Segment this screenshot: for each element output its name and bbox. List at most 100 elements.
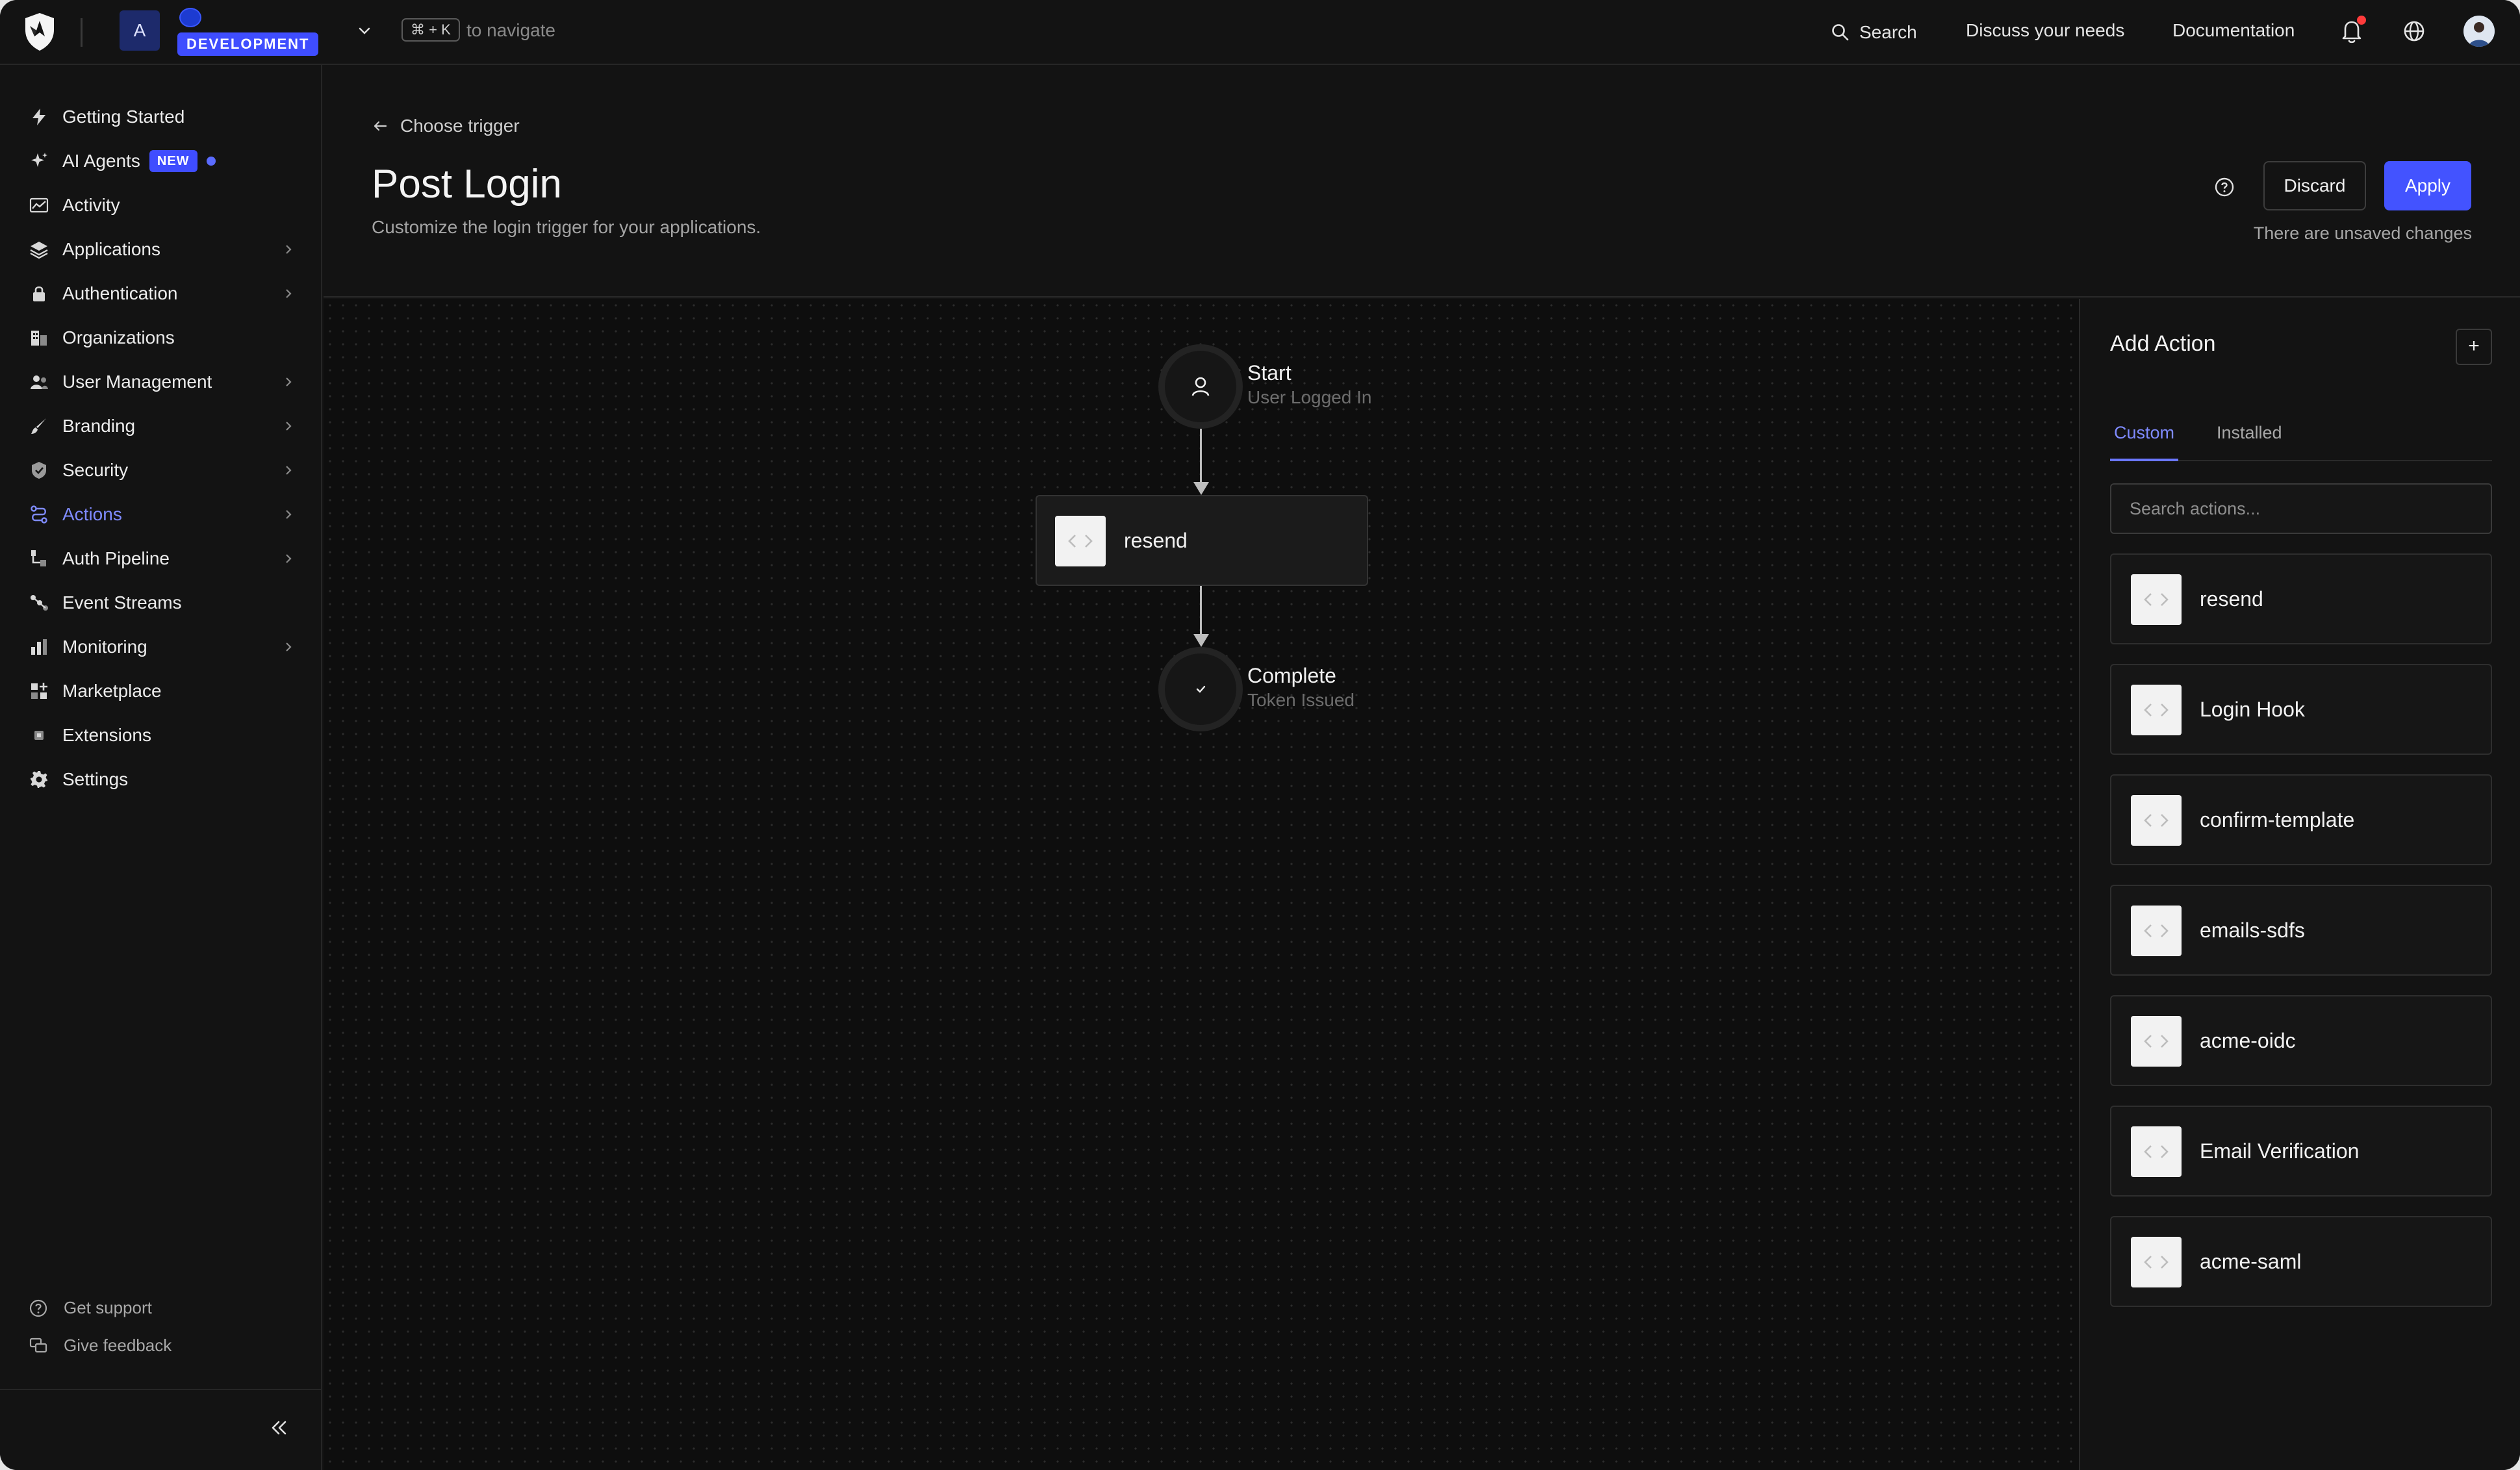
brand-logo-icon[interactable] xyxy=(23,12,56,52)
action-card-label: confirm-template xyxy=(2200,808,2355,831)
chevron-right-icon xyxy=(286,554,292,563)
complete-node-label: Complete xyxy=(1247,664,1336,687)
code-icon xyxy=(2131,1016,2182,1067)
sidebar-item-label: AI Agents xyxy=(62,151,140,171)
tenant-switcher-chevron-icon[interactable] xyxy=(356,22,373,39)
complete-node[interactable] xyxy=(1158,647,1243,731)
chevron-right-icon xyxy=(286,642,292,652)
shortcut-hint: to navigate xyxy=(466,20,555,40)
chevron-right-icon xyxy=(286,377,292,387)
grid-plus-icon xyxy=(26,678,52,704)
complete-node-sublabel: Token Issued xyxy=(1247,690,1355,710)
bolt-icon xyxy=(26,104,52,130)
tab-custom[interactable]: Custom xyxy=(2110,420,2179,461)
extensions-icon xyxy=(26,722,52,748)
user-photo-icon xyxy=(2463,16,2495,47)
globe-icon[interactable] xyxy=(2402,19,2426,43)
connector-arrow-icon xyxy=(1193,482,1209,495)
action-card[interactable]: Login Hook xyxy=(2110,664,2492,755)
sidebar-item-label: Security xyxy=(62,460,129,480)
flow-action-node[interactable]: resend xyxy=(1036,495,1368,586)
sidebar-item-monitoring[interactable]: Monitoring xyxy=(26,629,296,665)
building-icon xyxy=(26,325,52,351)
action-card[interactable]: resend xyxy=(2110,553,2492,644)
action-card-label: acme-oidc xyxy=(2200,1029,2296,1052)
search-actions-input[interactable] xyxy=(2110,483,2492,534)
sidebar-item-branding[interactable]: Branding xyxy=(26,408,296,444)
sparkle-icon xyxy=(26,148,52,174)
sidebar-item-organizations[interactable]: Organizations xyxy=(26,320,296,356)
discard-button[interactable]: Discard xyxy=(2263,161,2366,210)
sidebar-item-label: Organizations xyxy=(62,327,175,348)
action-card[interactable]: confirm-template xyxy=(2110,774,2492,865)
topbar-divider xyxy=(81,18,83,47)
code-icon xyxy=(2131,1126,2182,1177)
actions-flow-icon xyxy=(26,501,52,527)
action-card[interactable]: acme-saml xyxy=(2110,1216,2492,1307)
app-window: A DEVELOPMENT ⌘ + K to navigate Search D… xyxy=(0,0,2520,1470)
user-avatar[interactable] xyxy=(2463,16,2495,47)
pipeline-icon xyxy=(26,546,52,572)
new-indicator-dot xyxy=(206,157,216,166)
help-icon[interactable] xyxy=(2213,175,2236,199)
sidebar-item-label: Extensions xyxy=(62,725,151,745)
sidebar-item-label: Auth Pipeline xyxy=(62,548,170,568)
sidebar-item-auth-pipeline[interactable]: Auth Pipeline xyxy=(26,540,296,577)
action-card-label: acme-saml xyxy=(2200,1250,2302,1273)
users-icon xyxy=(26,369,52,395)
connector-line xyxy=(1200,586,1202,637)
panel-title: Add Action xyxy=(2110,331,2216,356)
choose-trigger-back-link[interactable]: Choose trigger xyxy=(372,116,520,136)
sidebar-item-label: Marketplace xyxy=(62,681,162,701)
sidebar-item-label: Applications xyxy=(62,239,160,259)
new-badge: NEW xyxy=(149,150,197,172)
panel-tabs: Custom Installed xyxy=(2110,420,2492,461)
collapse-sidebar-icon[interactable] xyxy=(268,1416,291,1439)
sidebar-item-extensions[interactable]: Extensions xyxy=(26,717,296,754)
sidebar-item-actions[interactable]: Actions xyxy=(26,496,296,533)
sidebar-item-security[interactable]: Security xyxy=(26,452,296,488)
sidebar-item-ai-agents[interactable]: AI Agents NEW xyxy=(26,143,296,179)
sidebar-item-activity[interactable]: Activity xyxy=(26,187,296,223)
chevron-right-icon xyxy=(286,466,292,475)
feedback-chat-icon xyxy=(29,1337,47,1352)
create-action-button[interactable]: + xyxy=(2456,329,2492,365)
sidebar-item-user-management[interactable]: User Management xyxy=(26,364,296,400)
sidebar: Getting Started AI Agents NEW Activity A… xyxy=(0,65,322,1470)
top-bar: A DEVELOPMENT ⌘ + K to navigate Search D… xyxy=(0,0,2520,65)
region-flag-icon xyxy=(179,8,201,27)
apply-button[interactable]: Apply xyxy=(2384,161,2471,210)
search-button[interactable]: Search xyxy=(1831,19,1917,45)
connector-arrow-icon xyxy=(1193,634,1209,647)
back-link-label: Choose trigger xyxy=(400,116,520,136)
search-label: Search xyxy=(1859,22,1917,42)
sidebar-item-authentication[interactable]: Authentication xyxy=(26,275,296,312)
start-node[interactable] xyxy=(1158,344,1243,429)
tab-installed[interactable]: Installed xyxy=(2213,420,2286,461)
sidebar-item-settings[interactable]: Settings xyxy=(26,761,296,798)
brush-icon xyxy=(26,413,52,439)
get-support-link[interactable]: Get support xyxy=(29,1298,152,1318)
page-title: Post Login xyxy=(372,162,562,207)
action-card[interactable]: Email Verification xyxy=(2110,1106,2492,1197)
discuss-needs-link[interactable]: Discuss your needs xyxy=(1966,20,2124,41)
code-icon xyxy=(2131,906,2182,956)
check-icon xyxy=(1196,685,1206,693)
action-card-label: Login Hook xyxy=(2200,698,2305,721)
sidebar-item-getting-started[interactable]: Getting Started xyxy=(26,99,296,135)
action-card[interactable]: acme-oidc xyxy=(2110,995,2492,1086)
page-header: Choose trigger Post Login Customize the … xyxy=(324,66,2520,298)
action-card-label: resend xyxy=(2200,587,2263,611)
give-feedback-link[interactable]: Give feedback xyxy=(29,1336,172,1356)
action-card[interactable]: emails-sdfs xyxy=(2110,885,2492,976)
tenant-avatar[interactable]: A xyxy=(120,10,160,51)
documentation-link[interactable]: Documentation xyxy=(2172,20,2295,41)
flow-canvas[interactable]: Start User Logged In resend Complete Tok… xyxy=(324,299,2079,1470)
sidebar-item-event-streams[interactable]: Event Streams xyxy=(26,585,296,621)
code-icon xyxy=(2131,1237,2182,1287)
sidebar-item-marketplace[interactable]: Marketplace xyxy=(26,673,296,709)
get-support-label: Get support xyxy=(64,1298,152,1317)
sidebar-item-applications[interactable]: Applications xyxy=(26,231,296,268)
chevron-right-icon xyxy=(286,510,292,519)
code-icon xyxy=(2131,574,2182,625)
